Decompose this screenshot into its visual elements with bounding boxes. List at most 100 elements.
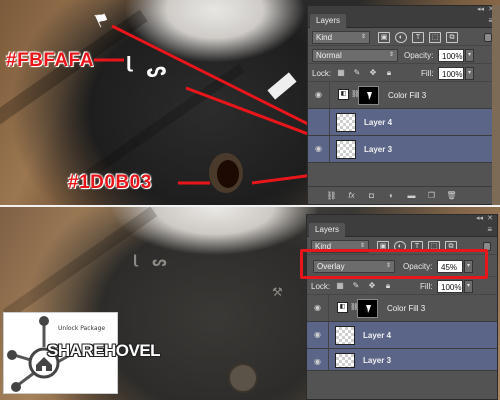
- chevron-down-icon: ⇕: [359, 243, 365, 249]
- visibility-cell[interactable]: ◉: [307, 295, 329, 321]
- visibility-cell[interactable]: ◉: [307, 322, 329, 348]
- chevron-down-icon: ⇕: [360, 34, 366, 40]
- layer-thumbnail: [335, 353, 355, 368]
- layer-thumbnail: [336, 113, 356, 132]
- trash-icon[interactable]: 🗑︎: [446, 191, 457, 201]
- link-icon[interactable]: ⛓: [350, 302, 359, 313]
- lock-paint-icon[interactable]: ✎: [352, 68, 362, 78]
- collar-insignia-icon: ⚒: [272, 285, 283, 299]
- opacity-slider-toggle[interactable]: ▾: [465, 49, 474, 62]
- layer-thumbnail: [335, 326, 355, 345]
- fill-input[interactable]: 100%: [437, 280, 463, 293]
- panel-footer: ⛓ fx ◘ ◐ ▬ ❐ 🗑︎: [308, 186, 498, 204]
- chevron-down-icon: ⇕: [388, 52, 394, 58]
- tab-layers[interactable]: Layers: [310, 14, 347, 28]
- blend-mode-select[interactable]: Normal ⇕: [312, 49, 398, 62]
- new-group-icon[interactable]: ▬: [406, 191, 417, 201]
- visibility-cell[interactable]: [308, 109, 330, 135]
- image-icon[interactable]: ▣: [378, 32, 390, 43]
- layer-name: Layer 3: [363, 356, 392, 365]
- fill-layer-icon: ◧: [338, 89, 349, 100]
- filter-toggle[interactable]: [484, 33, 492, 42]
- collapse-icon[interactable]: ◂◂: [476, 214, 483, 222]
- new-layer-icon[interactable]: ❐: [426, 191, 437, 201]
- lock-all-icon[interactable]: 🔒︎: [383, 281, 393, 291]
- panel-title-strip: ◂◂ ✕: [308, 6, 498, 14]
- eye-icon[interactable]: ◉: [313, 145, 324, 153]
- layers-panel: ◂◂ ✕ Layers ≡ Kind ⇕ ▣ ◐ T ⬚ ⧉ Normal ⇕ …: [307, 5, 499, 205]
- add-mask-icon[interactable]: ◘: [366, 191, 377, 201]
- lock-row: Lock: ▦ ✎ ✥ 🔒︎ Fill: 100% ▾: [307, 277, 497, 295]
- layer-name: Color Fill 3: [387, 304, 426, 313]
- lock-row: Lock: ▦ ✎ ✥ 🔒︎ Fill: 100% ▾: [308, 64, 498, 82]
- type-icon[interactable]: T: [412, 32, 424, 43]
- eye-icon[interactable]: ◉: [312, 304, 323, 312]
- layer-row-layer-4[interactable]: Layer 4: [308, 109, 498, 136]
- collapse-icon[interactable]: ◂◂: [477, 5, 484, 13]
- layer-mask-thumbnail[interactable]: [358, 86, 379, 105]
- top-screenshot: ⚑ ɭ ᔕ #FBFAFA #1D0B03 ◂◂ ✕ Layers ≡ Kind…: [0, 0, 500, 205]
- mask-shape: [367, 92, 372, 100]
- panel-tab-row: Layers ≡: [308, 14, 498, 28]
- logo-name: SHAREHOVEL: [47, 341, 161, 360]
- layer-thumbnail: [336, 140, 356, 159]
- lock-transparency-icon[interactable]: ▦: [336, 68, 346, 78]
- layer-row-color-fill[interactable]: ◉ ◧ ⛓ Color Fill 3: [308, 82, 498, 109]
- layer-row-layer-4[interactable]: ◉ Layer 4: [307, 322, 497, 349]
- opacity-input[interactable]: 100%: [438, 49, 464, 62]
- eye-icon[interactable]: ◉: [312, 358, 323, 366]
- visibility-cell[interactable]: ◉: [307, 349, 329, 370]
- collar-insignia-icon: ɭ: [126, 53, 132, 72]
- eye-icon[interactable]: ◉: [312, 331, 323, 339]
- lock-move-icon[interactable]: ✥: [368, 68, 378, 78]
- fill-label: Fill:: [421, 69, 434, 78]
- layer-name: Color Fill 3: [388, 91, 427, 100]
- lock-label: Lock:: [312, 69, 332, 78]
- opacity-label: Opacity:: [404, 51, 434, 60]
- layers-panel: ◂◂ ✕ Layers ≡ Kind ⇕ ▣ ◐ T ⬚ ⧉ Overlay ⇕…: [306, 214, 498, 400]
- filter-kind-value: Kind: [316, 33, 333, 42]
- fill-slider-toggle[interactable]: ▾: [465, 67, 474, 80]
- color-label-dark: #1D0B03: [68, 172, 152, 193]
- layer-name: Layer 4: [364, 118, 393, 127]
- shape-icon[interactable]: ⬚: [429, 32, 441, 43]
- visibility-cell[interactable]: ◉: [308, 82, 330, 108]
- smart-object-icon[interactable]: ⧉: [446, 32, 458, 43]
- fill-label: Fill:: [420, 282, 433, 291]
- layer-row-color-fill[interactable]: ◉ ◧ ⛓ Color Fill 3: [307, 295, 497, 322]
- fill-slider-toggle[interactable]: ▾: [464, 280, 473, 293]
- lock-label: Lock:: [311, 282, 331, 291]
- adjustment-icon[interactable]: ◐: [395, 32, 407, 43]
- layer-row-layer-3[interactable]: ◉ Layer 3: [308, 136, 498, 163]
- menu-icon[interactable]: ≡: [487, 225, 492, 234]
- filter-kind-select[interactable]: Kind ⇕: [312, 31, 370, 44]
- blend-mode-value: Normal: [316, 51, 342, 60]
- visibility-cell[interactable]: ◉: [308, 136, 330, 162]
- blend-highlight-box: [300, 249, 488, 279]
- fill-input[interactable]: 100%: [438, 67, 464, 80]
- collar-insignia-icon: ᔕ: [144, 58, 169, 83]
- layer-name: Layer 3: [364, 145, 393, 154]
- layer-name: Layer 4: [363, 331, 392, 340]
- link-layers-icon[interactable]: ⛓: [326, 191, 337, 201]
- collar-insignia-icon: ᔕ: [152, 255, 167, 270]
- layer-mask-thumbnail[interactable]: [357, 299, 378, 318]
- logo-tagline: Unlock Package: [58, 325, 106, 332]
- tab-layers[interactable]: Layers: [309, 223, 346, 237]
- panel-tab-row: Layers ≡: [307, 223, 497, 237]
- button-icon: [217, 160, 239, 188]
- eye-icon[interactable]: ◉: [313, 91, 324, 99]
- fx-icon[interactable]: fx: [346, 191, 357, 201]
- layer-row-layer-3[interactable]: ◉ Layer 3: [307, 349, 497, 371]
- close-icon[interactable]: ✕: [487, 214, 493, 222]
- filter-row: Kind ⇕ ▣ ◐ T ⬚ ⧉: [308, 28, 498, 46]
- mask-shape: [366, 305, 371, 313]
- lock-all-icon[interactable]: 🔒︎: [384, 68, 394, 78]
- lock-transparency-icon[interactable]: ▦: [335, 281, 345, 291]
- blend-row: Normal ⇕ Opacity: 100% ▾: [308, 46, 498, 64]
- lock-move-icon[interactable]: ✥: [367, 281, 377, 291]
- link-icon[interactable]: ⛓: [351, 89, 360, 100]
- new-adjustment-icon[interactable]: ◐: [386, 191, 397, 201]
- color-label-light: #FBFAFA: [6, 50, 94, 71]
- lock-paint-icon[interactable]: ✎: [351, 281, 361, 291]
